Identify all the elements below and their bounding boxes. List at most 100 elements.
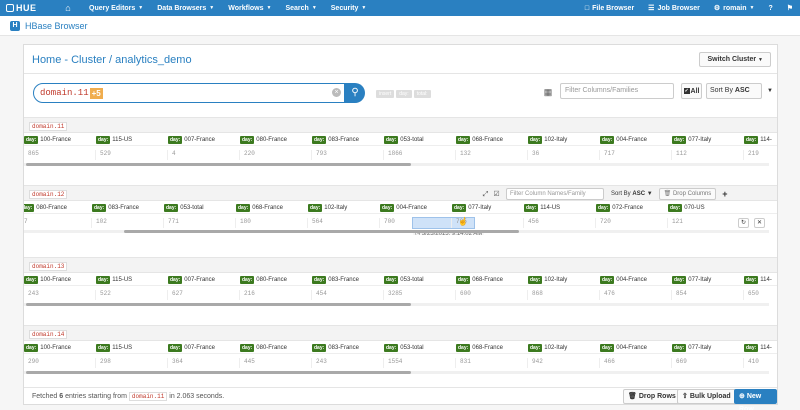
horizontal-scrollbar[interactable] [24,370,777,375]
cell-value[interactable]: 868 [528,290,600,300]
horizontal-scrollbar[interactable] [24,162,777,167]
horizontal-scrollbar[interactable] [24,302,777,307]
cell-value[interactable]: 36 [528,150,600,160]
hue-logo[interactable]: HUE [0,3,54,13]
column-header[interactable]: day: 053-total [384,134,424,145]
breadcrumb[interactable]: Home - Cluster / analytics_demo [32,54,192,66]
column-header[interactable]: day: 102-Italy [528,134,567,145]
cell-value[interactable]: 180 [236,218,308,228]
column-header[interactable]: day: 077-Italy [452,202,491,213]
column-header[interactable]: day: 068-France [236,202,283,213]
start-row-key[interactable]: domain.11 [128,392,168,401]
cell-value[interactable]: 456 [524,218,596,228]
cell-value[interactable]: 564 [308,218,380,228]
nav-job-browser[interactable]: ☰ Job Browser [641,0,707,16]
column-header[interactable]: day: 100-France [24,274,71,285]
column-header[interactable]: day: 115-US [96,134,132,145]
column-header[interactable]: day:080-France [240,134,287,145]
cell-value[interactable]: 102 [92,218,164,228]
cell-value[interactable]: 476 [600,290,672,300]
bulk-upload-button[interactable]: ⇧ Bulk Upload [677,389,736,404]
column-header[interactable]: day: 077-Italy [672,134,711,145]
cell-value[interactable]: 700 [380,218,452,228]
column-header[interactable]: day: 004-France [600,342,647,353]
cell-value[interactable]: 216 [240,290,312,300]
cell-value[interactable]: 243 [312,358,384,368]
column-header[interactable]: day: 053-total [384,274,424,285]
column-header[interactable]: day: 100-France [24,342,71,353]
delete-row-icon[interactable]: ✕ [754,218,765,228]
cell-value[interactable]: 720 [596,218,668,228]
cell-value[interactable]: 669 [672,358,744,368]
all-checkbox[interactable]: ✓ All [681,83,702,99]
nav-query-editors[interactable]: Query Editors ▼ [82,0,150,16]
nav-data-browsers[interactable]: Data Browsers ▼ [150,0,221,16]
cell-value[interactable]: 1866 [384,150,456,160]
row-key[interactable]: domain.11 [29,122,68,131]
clear-search-icon[interactable]: × [332,88,341,97]
column-header[interactable]: day: 072-France [596,202,643,213]
column-header[interactable]: day: 083-France [312,342,359,353]
cell-value[interactable]: 112 [672,150,744,160]
cell-value[interactable]: 364 [168,358,240,368]
column-header[interactable]: day:080-France [240,342,287,353]
column-header[interactable]: day: 114-US [524,202,560,213]
column-header[interactable]: day: 007-France [168,134,215,145]
horizontal-scrollbar[interactable] [24,229,777,234]
cell-value[interactable]: 220 [240,150,312,160]
cell-value[interactable]: 529 [96,150,168,160]
column-header[interactable]: day: 114- [744,274,772,285]
flag-icon[interactable]: ⚑ [780,0,800,16]
column-header[interactable]: day: 077-Italy [672,274,711,285]
row-search-input[interactable]: domain.11 +5 × [33,83,345,103]
cell-value[interactable]: 650 [744,290,777,300]
filter-column-names-input[interactable]: Filter Column Names/Family [506,188,604,200]
cell-value[interactable]: 445 [240,358,312,368]
cell-value[interactable]: 1554 [384,358,456,368]
column-header[interactable]: day: 115-US [96,342,132,353]
nav-security[interactable]: Security ▼ [324,0,374,16]
checkbox-icon[interactable]: ☑ [491,189,502,200]
row-key[interactable]: domain.14 [29,330,68,339]
cell-value[interactable]: 410 [744,358,777,368]
column-header[interactable]: day: 004-France [600,274,647,285]
drop-rows-button[interactable]: 🗑 Drop Rows [623,389,681,404]
cell-value[interactable]: 854 [672,290,744,300]
row-key[interactable]: domain.12 [29,190,68,199]
column-header[interactable]: day:080-France [240,274,287,285]
scroll-thumb[interactable] [26,163,411,166]
nav-file-browser[interactable]: □ File Browser [578,0,641,16]
column-header[interactable]: day: 114- [744,342,772,353]
cell-value[interactable]: 522 [96,290,168,300]
row-key[interactable]: domain.13 [29,262,68,271]
cell-value[interactable]: 290 [24,358,96,368]
column-header[interactable]: day: 068-France [456,342,503,353]
cell-value[interactable]: 121 [668,218,740,228]
cell-value[interactable]: 942 [528,358,600,368]
cell-value[interactable]: 219 [744,150,777,160]
column-header[interactable]: day:080-France [24,202,67,213]
grid-view-icon[interactable]: ▦ [542,86,554,98]
hint-day[interactable]: day: [396,90,412,98]
cell-value[interactable]: 298 [96,358,168,368]
cell-value[interactable]: 466 [600,358,672,368]
nav-user-menu[interactable]: ⚙ romain ▼ [707,0,762,16]
cell-value[interactable]: 865 [24,150,96,160]
column-header[interactable]: day: 115-US [96,274,132,285]
column-header[interactable]: day: 053-total [164,202,204,213]
cell-value[interactable]: 7 [24,218,92,228]
column-header[interactable]: day: 102-Italy [308,202,347,213]
column-header[interactable]: day: 083-France [92,202,139,213]
home-icon[interactable]: ⌂ [54,0,82,16]
column-header[interactable]: day: 053-total [384,342,424,353]
cell-value[interactable]: 717 [600,150,672,160]
hint-total[interactable]: total: [413,90,431,98]
switch-cluster-button[interactable]: Switch Cluster ▼ [699,52,771,67]
cell-value[interactable]: 771 [164,218,236,228]
hint-insert[interactable]: insert [376,90,395,98]
cell-value[interactable]: 132 [456,150,528,160]
help-icon[interactable]: ? [761,0,779,16]
column-header[interactable]: day: 077-Italy [672,342,711,353]
filter-columns-input[interactable]: Filter Columns/Families [560,83,674,99]
column-header[interactable]: day: 083-France [312,134,359,145]
